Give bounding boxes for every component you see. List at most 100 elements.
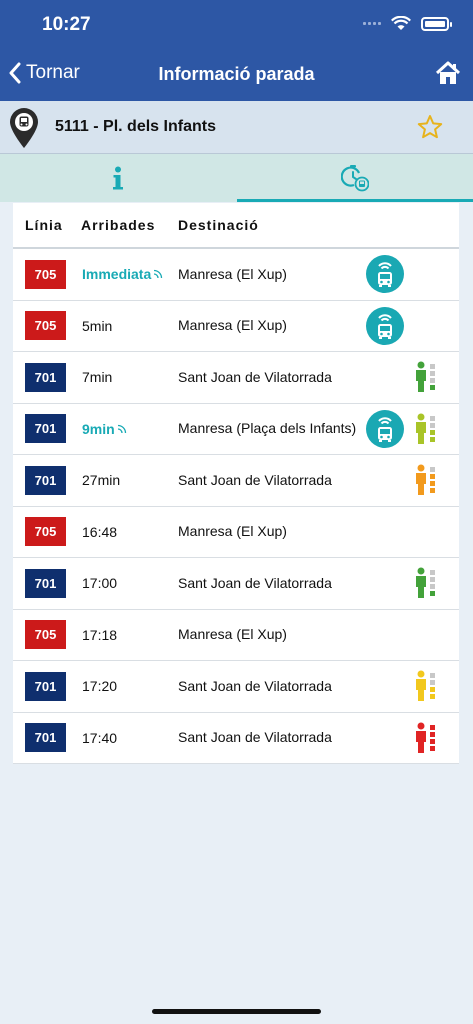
wifi-bus-button[interactable] bbox=[366, 409, 404, 448]
destination: Sant Joan de Vilatorrada bbox=[178, 368, 332, 385]
destination: Manresa (Plaça dels Infants) bbox=[178, 420, 357, 437]
destination: Manresa (El Xup) bbox=[178, 265, 287, 282]
home-button[interactable] bbox=[435, 60, 461, 91]
favorite-button[interactable] bbox=[417, 114, 443, 145]
arrivals-table: Línia Arribades Destinació 705 Immediata M… bbox=[13, 203, 459, 764]
person-icon bbox=[416, 464, 426, 496]
destination: Sant Joan de Vilatorrada bbox=[178, 471, 332, 488]
arrival-text: 5min bbox=[82, 317, 113, 334]
table-row[interactable]: 701 7min Sant Joan de Vilatorrada bbox=[13, 352, 459, 404]
star-outline-icon bbox=[417, 115, 443, 139]
line-badge: 705 bbox=[25, 517, 66, 547]
arrival-text: 17:20 bbox=[82, 678, 118, 695]
header-arrivals: Arribades bbox=[81, 217, 156, 233]
app-header: 10:27 Tornar Informació parada bbox=[0, 0, 473, 101]
table-row[interactable]: 701 17:20 Sant Joan de Vilatorrada bbox=[13, 661, 459, 713]
header-destination: Destinació bbox=[178, 217, 259, 233]
line-badge: 701 bbox=[25, 362, 66, 392]
table-row[interactable]: 701 27min Sant Joan de Vilatorrada bbox=[13, 455, 459, 507]
arrival-time: 17:00 bbox=[82, 575, 117, 591]
wifi-bus-button[interactable] bbox=[366, 306, 404, 345]
table-header: Línia Arribades Destinació bbox=[13, 203, 459, 249]
wifi-icon bbox=[391, 16, 411, 30]
arrival-text: 17:18 bbox=[82, 626, 118, 643]
realtime-signal-icon bbox=[117, 424, 126, 433]
arrival-time: 5min bbox=[82, 318, 112, 334]
destination: Sant Joan de Vilatorrada bbox=[178, 677, 332, 694]
occupancy-bar bbox=[430, 415, 435, 442]
arrival-time: 9min bbox=[82, 421, 127, 437]
table-row[interactable]: 705 17:18 Manresa (El Xup) bbox=[13, 610, 459, 661]
arrival-time: 17:18 bbox=[82, 627, 117, 643]
stop-bar: 5111 - Pl. dels Infants bbox=[0, 101, 473, 154]
line-badge: 705 bbox=[25, 259, 66, 289]
tab-info[interactable] bbox=[0, 154, 237, 202]
person-icon bbox=[416, 567, 426, 599]
wifi-bus-icon bbox=[378, 417, 392, 442]
header-line: Línia bbox=[25, 217, 63, 233]
occupancy-bar bbox=[430, 364, 435, 391]
table-row[interactable]: 705 Immediata Manresa (El Xup) bbox=[13, 249, 459, 301]
destination: Manresa (El Xup) bbox=[178, 317, 287, 334]
person-icon bbox=[416, 361, 426, 393]
occupancy-indicator bbox=[415, 722, 435, 754]
info-icon bbox=[113, 166, 124, 190]
destination: Manresa (El Xup) bbox=[178, 523, 287, 540]
occupancy-bar bbox=[430, 570, 435, 597]
arrival-time: Immediata bbox=[82, 266, 163, 282]
line-badge: 701 bbox=[25, 465, 66, 495]
page-title: Informació parada bbox=[158, 64, 315, 84]
person-icon bbox=[416, 413, 426, 444]
realtime-signal-icon bbox=[154, 270, 163, 279]
home-icon bbox=[435, 61, 461, 84]
occupancy-bar bbox=[430, 724, 435, 751]
arrival-text: 17:40 bbox=[82, 729, 118, 746]
arrival-text: 27min bbox=[82, 472, 121, 489]
line-badge: 705 bbox=[25, 311, 66, 341]
arrival-time: 17:20 bbox=[82, 678, 117, 694]
stop-name: 5111 - Pl. dels Infants bbox=[55, 118, 216, 135]
table-row[interactable]: 701 9min Manresa (Plaça dels Infants) bbox=[13, 404, 459, 455]
person-icon bbox=[416, 670, 426, 702]
tab-bar bbox=[0, 154, 473, 202]
wifi-bus-icon bbox=[378, 262, 392, 288]
status-time: 10:27 bbox=[42, 14, 91, 35]
person-icon bbox=[416, 722, 426, 753]
arrival-time: 17:40 bbox=[82, 730, 117, 746]
occupancy-indicator bbox=[415, 670, 435, 702]
table-row[interactable]: 701 17:00 Sant Joan de Vilatorrada bbox=[13, 558, 459, 610]
arrival-text: Immediata bbox=[82, 266, 152, 283]
home-indicator bbox=[152, 1009, 321, 1014]
occupancy-indicator bbox=[415, 361, 435, 393]
destination: Sant Joan de Vilatorrada bbox=[178, 729, 332, 746]
line-badge: 705 bbox=[25, 620, 66, 650]
occupancy-bar bbox=[430, 673, 435, 700]
occupancy-indicator bbox=[415, 567, 435, 599]
line-badge: 701 bbox=[25, 671, 66, 701]
wifi-bus-button[interactable] bbox=[366, 255, 404, 294]
arrival-text: 7min bbox=[82, 369, 113, 386]
arrival-text: 17:00 bbox=[82, 575, 118, 592]
line-badge: 701 bbox=[25, 723, 66, 753]
occupancy-indicator bbox=[415, 464, 435, 496]
line-badge: 701 bbox=[25, 568, 66, 598]
timer-bus-icon bbox=[340, 165, 369, 192]
table-row[interactable]: 705 5min Manresa (El Xup) bbox=[13, 301, 459, 352]
arrival-time: 27min bbox=[82, 472, 120, 488]
arrival-time: 7min bbox=[82, 369, 112, 385]
arrival-time: 16:48 bbox=[82, 524, 117, 540]
destination: Manresa (El Xup) bbox=[178, 626, 287, 643]
occupancy-indicator bbox=[415, 413, 435, 445]
arrival-text: 16:48 bbox=[82, 523, 118, 540]
bus-stop-pin-icon bbox=[8, 107, 40, 154]
table-row[interactable]: 705 16:48 Manresa (El Xup) bbox=[13, 507, 459, 558]
status-icons bbox=[363, 16, 452, 31]
arrival-text: 9min bbox=[82, 420, 115, 437]
battery-icon bbox=[421, 16, 452, 31]
occupancy-bar bbox=[430, 467, 435, 494]
signal-icon bbox=[363, 22, 381, 25]
tab-arrivals[interactable] bbox=[236, 154, 473, 202]
destination: Sant Joan de Vilatorrada bbox=[178, 574, 332, 591]
table-row[interactable]: 701 17:40 Sant Joan de Vilatorrada bbox=[13, 713, 459, 764]
wifi-bus-icon bbox=[378, 314, 392, 339]
